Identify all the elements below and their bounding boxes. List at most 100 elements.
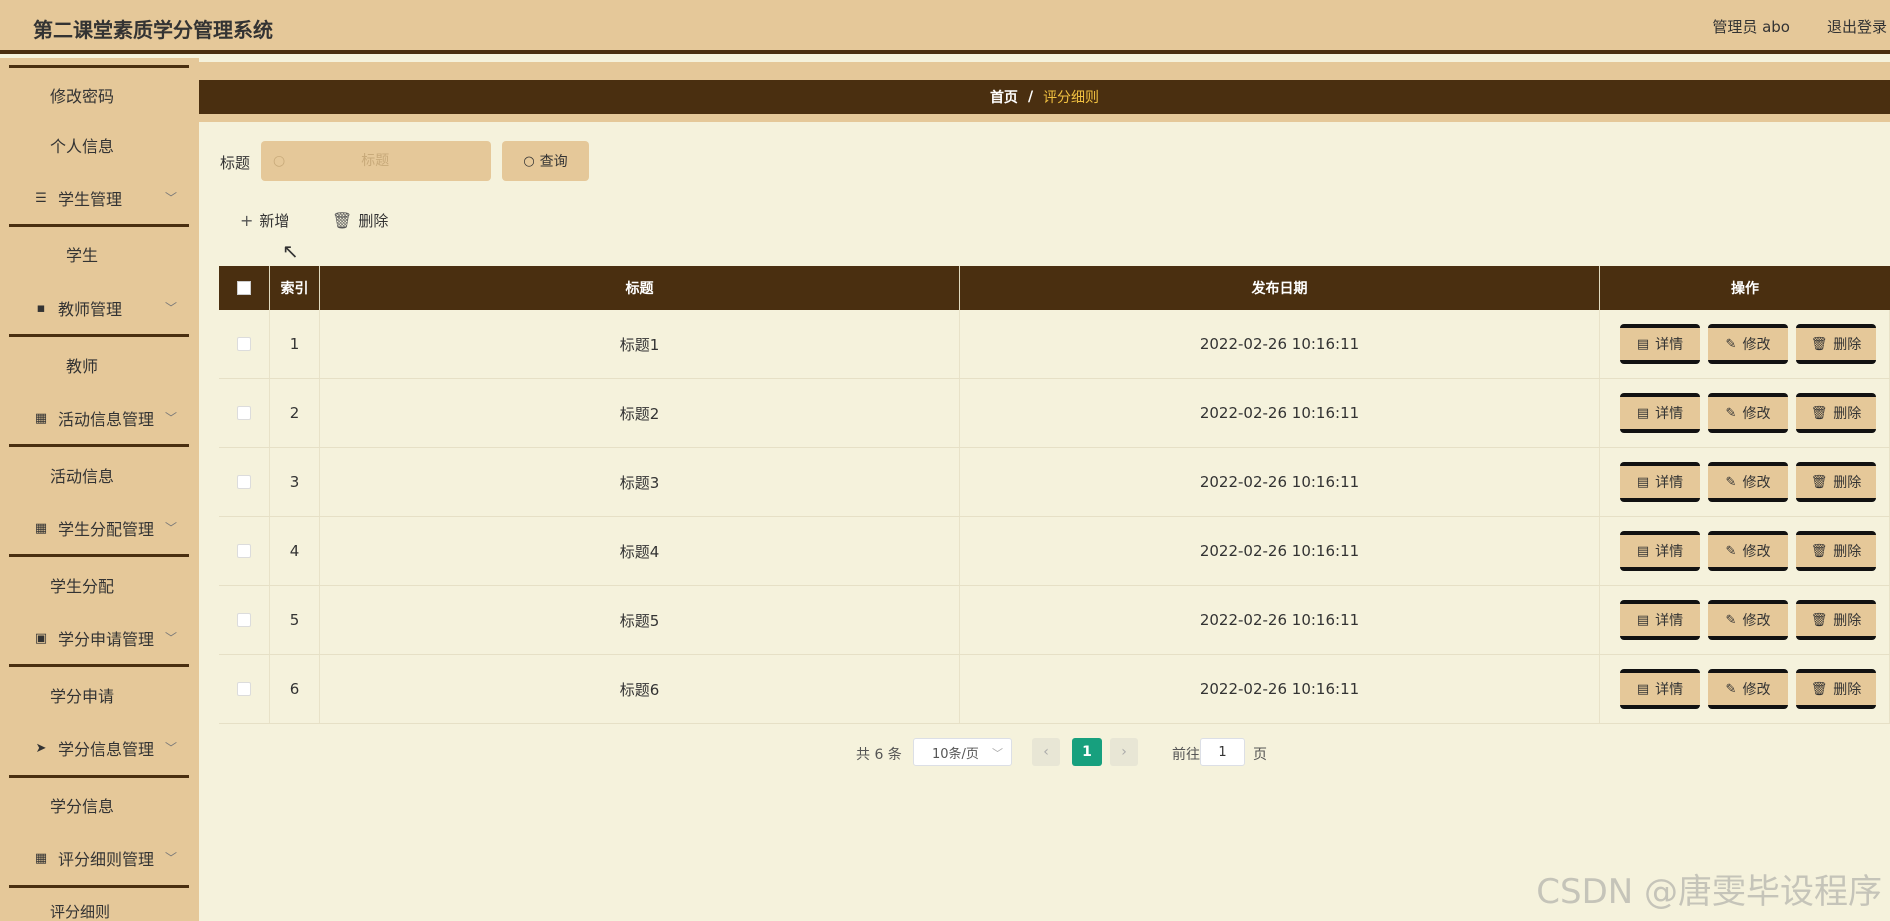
sidebar-group-credit-info-management[interactable]: ➤ 学分信息管理 ﹀ xyxy=(0,728,199,768)
sidebar-group-credit-application-management[interactable]: ▣ 学分申请管理 ﹀ xyxy=(0,618,199,658)
sidebar-item-personal-info[interactable]: 个人信息 xyxy=(0,125,199,165)
row-checkbox[interactable] xyxy=(237,337,251,351)
bulk-delete-button[interactable]: 🗑 删除 xyxy=(332,210,388,231)
sidebar-item-activity-info[interactable]: 活动信息 xyxy=(0,455,199,495)
trash-icon: 🗑 xyxy=(1810,543,1828,559)
row-checkbox[interactable] xyxy=(237,475,251,489)
delete-button[interactable]: 🗑 删除 xyxy=(1796,462,1876,502)
sidebar-item-scoring-rules[interactable]: 评分细则 xyxy=(0,891,199,921)
sidebar-divider xyxy=(9,65,189,68)
chevron-down-icon: ﹀ xyxy=(164,301,177,315)
sidebar-item-label: 学生 xyxy=(66,246,99,265)
sidebar-group-student-management[interactable]: ☰ 学生管理 ﹀ xyxy=(0,178,199,218)
sidebar-group-scoring-rules-management[interactable]: ▦ 评分细则管理 ﹀ xyxy=(0,838,199,878)
edit-button-label: 修改 xyxy=(1742,682,1771,698)
row-index: 3 xyxy=(270,448,320,516)
grid-icon: ▦ xyxy=(34,850,48,866)
row-index: 1 xyxy=(270,310,320,378)
add-button[interactable]: + 新增 xyxy=(240,210,289,231)
delete-button[interactable]: 🗑 删除 xyxy=(1796,393,1876,433)
send-icon: ➤ xyxy=(35,740,47,756)
edit-button[interactable]: ✎ 修改 xyxy=(1708,324,1788,364)
next-page-button[interactable]: › xyxy=(1110,738,1138,766)
page-suffix: 页 xyxy=(1253,747,1267,763)
trash-icon: 🗑 xyxy=(1810,681,1828,697)
delete-button[interactable]: 🗑 删除 xyxy=(1796,324,1876,364)
table-header: 索引 标题 发布日期 操作 xyxy=(219,266,1890,310)
row-index: 4 xyxy=(270,517,320,585)
table-row: 4 标题4 2022-02-26 10:16:11 ▤ 详情 ✎ 修改 🗑 删除 xyxy=(219,517,1890,586)
row-date: 2022-02-26 10:16:11 xyxy=(960,310,1600,378)
sidebar-group-teacher-management[interactable]: ▪ 教师管理 ﹀ xyxy=(0,288,199,328)
chevron-right-icon: › xyxy=(1121,744,1127,760)
sidebar-item-change-password[interactable]: 修改密码 xyxy=(0,75,199,115)
edit-button[interactable]: ✎ 修改 xyxy=(1708,393,1788,433)
query-button[interactable]: ○ 查询 xyxy=(502,141,589,181)
row-title: 标题6 xyxy=(320,655,960,723)
sidebar-item-label: 评分细则 xyxy=(50,902,111,921)
row-date: 2022-02-26 10:16:11 xyxy=(960,655,1600,723)
search-icon: ○ xyxy=(523,153,535,169)
chevron-down-icon: ﹀ xyxy=(164,741,177,755)
view-button[interactable]: ▤ 详情 xyxy=(1620,324,1700,364)
trash-icon: 🗑 xyxy=(1810,612,1828,628)
prev-page-button[interactable]: ‹ xyxy=(1032,738,1060,766)
edit-button[interactable]: ✎ 修改 xyxy=(1708,531,1788,571)
row-title: 标题4 xyxy=(320,517,960,585)
row-checkbox[interactable] xyxy=(237,682,251,696)
view-button[interactable]: ▤ 详情 xyxy=(1620,600,1700,640)
pencil-icon: ✎ xyxy=(1725,543,1737,559)
sidebar-group-activity-management[interactable]: ▦ 活动信息管理 ﹀ xyxy=(0,398,199,438)
row-checkbox[interactable] xyxy=(237,406,251,420)
row-actions: ▤ 详情 ✎ 修改 🗑 删除 xyxy=(1600,448,1890,516)
top-header: 第二课堂素质学分管理系统 管理员 abo 退出登录 xyxy=(0,0,1890,54)
edit-button[interactable]: ✎ 修改 xyxy=(1708,462,1788,502)
search-label: 标题 xyxy=(220,154,251,172)
row-checkbox-cell xyxy=(219,655,270,723)
sidebar-item-label: 教师管理 xyxy=(58,300,123,319)
view-button[interactable]: ▤ 详情 xyxy=(1620,393,1700,433)
select-all-checkbox[interactable] xyxy=(237,281,251,295)
view-button-label: 详情 xyxy=(1655,337,1684,353)
trash-icon: 🗑 xyxy=(1810,336,1828,352)
row-checkbox[interactable] xyxy=(237,544,251,558)
trash-icon: 🗑 xyxy=(1810,405,1828,421)
chevron-down-icon: ﹀ xyxy=(164,411,177,425)
sidebar-item-label: 学生管理 xyxy=(58,190,123,209)
sidebar-item-credit-info[interactable]: 学分信息 xyxy=(0,785,199,825)
search-box[interactable]: ○ xyxy=(261,141,491,181)
sidebar-divider xyxy=(9,775,189,778)
view-button[interactable]: ▤ 详情 xyxy=(1620,531,1700,571)
row-checkbox[interactable] xyxy=(237,613,251,627)
sidebar-group-student-assignment-management[interactable]: ▦ 学生分配管理 ﹀ xyxy=(0,508,199,548)
delete-button[interactable]: 🗑 删除 xyxy=(1796,600,1876,640)
row-index: 6 xyxy=(270,655,320,723)
sidebar-item-label: 个人信息 xyxy=(50,137,115,156)
delete-button[interactable]: 🗑 删除 xyxy=(1796,531,1876,571)
sidebar-divider xyxy=(9,554,189,557)
page-number-button[interactable]: 1 xyxy=(1072,738,1102,766)
edit-button[interactable]: ✎ 修改 xyxy=(1708,669,1788,709)
edit-button-label: 修改 xyxy=(1742,544,1771,560)
breadcrumb-home[interactable]: 首页 xyxy=(990,87,1018,107)
sidebar-item-label: 学分申请 xyxy=(50,687,115,706)
view-button[interactable]: ▤ 详情 xyxy=(1620,462,1700,502)
sidebar-item-student-assignment[interactable]: 学生分配 xyxy=(0,565,199,605)
view-button[interactable]: ▤ 详情 xyxy=(1620,669,1700,709)
logout-link[interactable]: 退出登录 xyxy=(1827,16,1887,37)
breadcrumb: 首页 / 评分细则 xyxy=(199,80,1890,114)
sidebar-item-teacher[interactable]: 教师 xyxy=(0,345,199,385)
page-size-select[interactable]: 10条/页 ﹀ xyxy=(913,738,1012,766)
search-input[interactable] xyxy=(285,153,466,169)
row-actions: ▤ 详情 ✎ 修改 🗑 删除 xyxy=(1600,379,1890,447)
delete-button[interactable]: 🗑 删除 xyxy=(1796,669,1876,709)
sidebar-item-student[interactable]: 学生 xyxy=(0,234,199,274)
row-actions: ▤ 详情 ✎ 修改 🗑 删除 xyxy=(1600,517,1890,585)
document-icon: ▤ xyxy=(1636,405,1650,421)
sidebar-item-credit-application[interactable]: 学分申请 xyxy=(0,675,199,715)
goto-page-input[interactable]: 1 xyxy=(1200,738,1245,766)
chat-icon: ▪ xyxy=(36,300,46,316)
edit-button[interactable]: ✎ 修改 xyxy=(1708,600,1788,640)
view-button-label: 详情 xyxy=(1655,406,1684,422)
watermark: CSDN @唐雯毕设程序 xyxy=(1536,872,1882,912)
